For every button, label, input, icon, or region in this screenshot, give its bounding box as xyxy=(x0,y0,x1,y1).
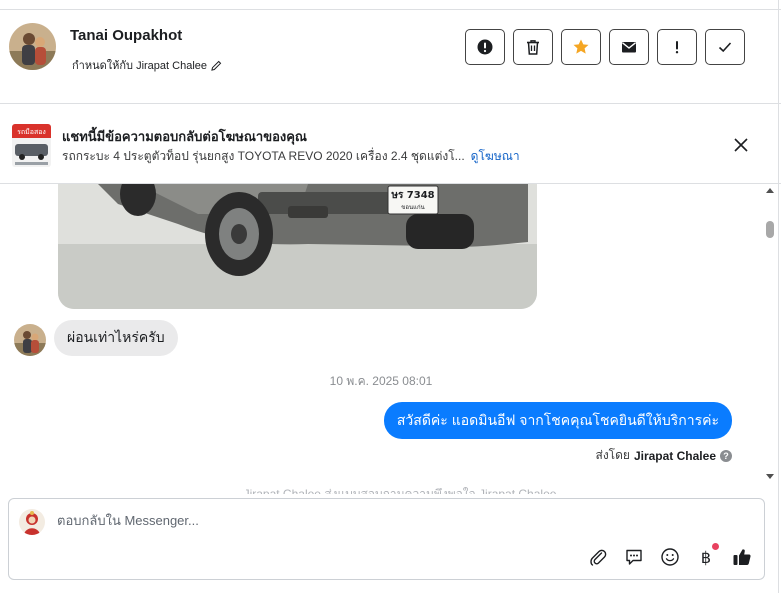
payment-button[interactable]: ฿ xyxy=(695,543,719,568)
scroll-up-arrow-icon[interactable] xyxy=(766,188,774,193)
assignment-label: กำหนดให้กับ Jirapat Chalee xyxy=(72,60,208,72)
license-plate-province: ขอนแก่น xyxy=(401,204,424,211)
reply-composer: ฿ xyxy=(8,498,765,580)
notification-dot xyxy=(712,543,719,550)
message-thread[interactable]: ษร 7348 ขอนแก่น ผ่อนเท่าไหร่ครับ 10 พ.ค.… xyxy=(0,184,762,494)
pencil-icon[interactable] xyxy=(211,60,222,71)
check-icon xyxy=(718,42,732,53)
mark-spam-button[interactable] xyxy=(465,29,505,65)
thumbs-up-icon xyxy=(733,549,751,565)
shared-car-photo[interactable]: ษร 7348 ขอนแก่น xyxy=(58,184,537,309)
scroll-down-arrow-icon[interactable] xyxy=(766,474,774,479)
star-button[interactable] xyxy=(561,29,601,65)
emoji-button[interactable] xyxy=(659,546,681,568)
exclamation-icon xyxy=(675,41,679,54)
ad-banner-title: แชทนี้มีข้อความตอบกลับต่อโฆษณาของคุณ xyxy=(62,129,307,144)
sent-by-row: ส่งโดย Jirapat Chalee ? xyxy=(595,446,732,465)
reply-input[interactable] xyxy=(57,513,657,528)
view-ad-link[interactable]: ดูโฆษณา xyxy=(471,149,520,163)
star-icon xyxy=(573,39,589,54)
follow-up-button[interactable] xyxy=(657,29,697,65)
contact-avatar[interactable] xyxy=(9,23,56,70)
saved-replies-button[interactable] xyxy=(623,546,645,568)
chat-bubble-icon xyxy=(626,549,642,565)
sent-by-name: Jirapat Chalee xyxy=(633,448,716,463)
ad-reply-banner: รถมือสอง แชทนี้มีข้อความตอบกลับต่อโฆษณาข… xyxy=(0,104,781,184)
system-message-cutoff: Jirapat Chalee ส่งแบบสอบถามความพึงพอใจ J… xyxy=(243,487,557,494)
incoming-message-bubble[interactable]: ผ่อนเท่าไหร่ครับ xyxy=(54,320,178,356)
contact-name: Tanai Oupakhot xyxy=(70,27,183,44)
smiley-icon xyxy=(661,548,679,566)
alert-circle-icon xyxy=(477,39,493,55)
scrollbar-thumb[interactable] xyxy=(766,221,774,238)
trash-icon xyxy=(527,40,539,55)
ad-banner-description: รถกระบะ 4 ประตูตัวท็อป รุ่นยกสูง TOYOTA … xyxy=(62,147,520,166)
agent-avatar xyxy=(19,509,45,535)
envelope-icon xyxy=(622,42,636,53)
like-button[interactable] xyxy=(731,546,753,568)
delete-button[interactable] xyxy=(513,29,553,65)
mark-unread-button[interactable] xyxy=(609,29,649,65)
thread-scrollbar[interactable] xyxy=(763,184,777,494)
ad-thumbnail[interactable]: รถมือสอง xyxy=(12,124,51,167)
ad-thumb-text: รถมือสอง xyxy=(17,128,46,136)
baht-icon: ฿ xyxy=(700,547,712,567)
assignment-row[interactable]: กำหนดให้กับ Jirapat Chalee xyxy=(72,56,222,74)
top-divider xyxy=(0,0,781,10)
help-icon[interactable]: ? xyxy=(720,449,732,462)
ad-description-text: รถกระบะ 4 ประตูตัวท็อป รุ่นยกสูง TOYOTA … xyxy=(62,149,465,163)
mark-done-button[interactable] xyxy=(705,29,745,65)
outgoing-message-bubble[interactable]: สวัสดีค่ะ แอดมินอีฟ จากโชคคุณโชคยินดีให้… xyxy=(383,402,732,439)
close-icon[interactable] xyxy=(732,136,750,154)
sent-by-label: ส่งโดย xyxy=(595,448,630,462)
message-timestamp: 10 พ.ค. 2025 08:01 xyxy=(329,374,433,388)
sender-avatar[interactable] xyxy=(14,324,46,356)
paperclip-icon xyxy=(590,549,607,566)
license-plate-number: ษร 7348 xyxy=(390,190,434,201)
attach-button[interactable] xyxy=(587,546,609,568)
